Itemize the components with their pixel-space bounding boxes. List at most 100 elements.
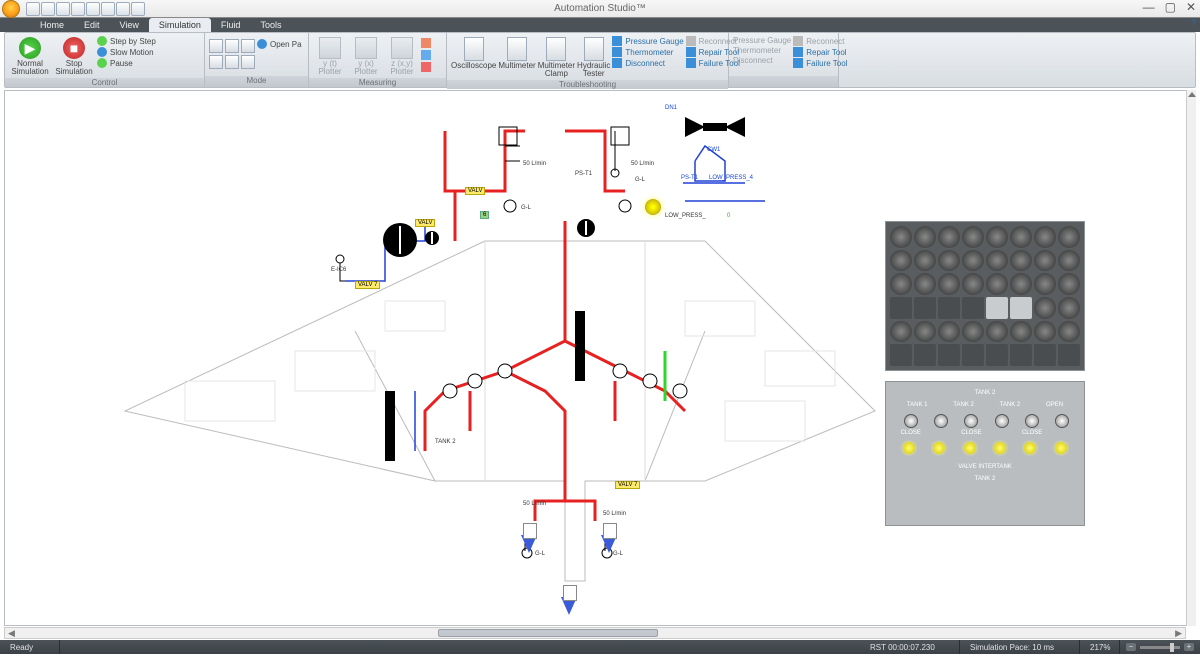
tank-knob[interactable] xyxy=(995,414,1009,428)
stop-icon: ■ xyxy=(63,37,85,59)
qat-button[interactable] xyxy=(116,2,130,16)
menu-tools[interactable]: Tools xyxy=(250,18,291,32)
multimeter-clamp-button[interactable]: Multimeter Clamp xyxy=(538,35,575,78)
people-icon[interactable] xyxy=(421,50,431,60)
menu-edit[interactable]: Edit xyxy=(74,18,110,32)
tank-knob[interactable] xyxy=(934,414,948,428)
status-zoom: 217% xyxy=(1080,640,1120,654)
menu-view[interactable]: View xyxy=(110,18,149,32)
zoom-slider-thumb[interactable] xyxy=(1170,643,1174,652)
menu-fluid[interactable]: Fluid xyxy=(211,18,251,32)
led-indicator xyxy=(1024,442,1036,454)
rt2-label: Repair Tool xyxy=(806,48,846,57)
group-label-mode: Mode xyxy=(205,76,308,87)
open-label: Open Pa xyxy=(270,40,302,49)
lowpress2-label: LOW_PRESS_ xyxy=(665,213,706,219)
rc2-label: Reconnect xyxy=(806,37,844,46)
pressure-gauge-button-2: Pressure Gauge xyxy=(733,36,791,45)
open-panel-button[interactable]: Open Pa xyxy=(257,35,302,49)
hydraulic-tester-button[interactable]: Hydraulic Tester xyxy=(577,35,610,78)
step-label: Step by Step xyxy=(110,37,156,46)
thruster-icon xyxy=(561,597,577,615)
group-label-measuring: Measuring xyxy=(309,78,446,87)
stop-simulation-button[interactable]: ■ Stop Simulation xyxy=(53,35,95,76)
stop-sim-label: Stop Simulation xyxy=(53,60,95,76)
app-icon[interactable] xyxy=(2,0,20,18)
group-label-control: Control xyxy=(5,78,204,87)
gauge-icon xyxy=(577,219,595,237)
cw1-label: CW1 xyxy=(707,147,720,153)
design-canvas[interactable]: VALV VALV VALV 7 VALV 7 6 50 L/min 50 L/… xyxy=(4,90,1196,626)
horizontal-scrollbar[interactable]: ◀ ▶ xyxy=(4,627,1186,639)
menu-home[interactable]: Home xyxy=(30,18,74,32)
multimeter-button[interactable]: Multimeter xyxy=(498,35,535,70)
zoom-controls[interactable]: − + xyxy=(1120,643,1200,651)
tank-knob[interactable] xyxy=(1055,414,1069,428)
psti-label: PS-T1 xyxy=(681,175,698,181)
menu-simulation[interactable]: Simulation xyxy=(149,18,211,32)
thermometer-button-2: Thermometer xyxy=(733,46,791,55)
qat-button[interactable] xyxy=(86,2,100,16)
pg-label: Pressure Gauge xyxy=(625,37,683,46)
tank-knob[interactable] xyxy=(904,414,918,428)
quick-access-toolbar xyxy=(26,2,145,16)
status-bar: Ready RST 00:00:07.230 Simulation Pace: … xyxy=(0,640,1200,654)
th-label: Thermometer xyxy=(625,48,673,57)
qat-button[interactable] xyxy=(56,2,70,16)
flow-label: 50 L/min xyxy=(603,511,626,517)
led-indicator xyxy=(933,442,945,454)
yx-plotter-button[interactable]: y (x) Plotter xyxy=(349,35,383,76)
zoom-out-button[interactable]: − xyxy=(1126,643,1136,651)
slow-motion-button[interactable]: Slow Motion xyxy=(97,47,156,57)
minimize-button[interactable]: — xyxy=(1143,0,1155,14)
yx-label: y (x) Plotter xyxy=(349,60,383,76)
gl-label: G-L xyxy=(635,177,645,183)
zero-label: 0 xyxy=(727,213,730,219)
title-bar: Automation Studio™ — ▢ ✕ xyxy=(0,0,1200,18)
mode-buttons[interactable] xyxy=(209,35,255,69)
led-indicator xyxy=(903,442,915,454)
people-icon[interactable] xyxy=(421,62,431,72)
cockpit-panel[interactable] xyxy=(885,221,1085,371)
reconnect-button-2: Reconnect xyxy=(793,36,847,46)
scroll-thumb[interactable] xyxy=(438,629,658,637)
indicator-lamp xyxy=(645,199,661,215)
tank-group-label: TANK 2 xyxy=(1000,402,1021,408)
qat-button[interactable] xyxy=(41,2,55,16)
disconnect-button[interactable]: Disconnect xyxy=(612,58,683,68)
ec-label: E-IC6 xyxy=(331,267,346,273)
step-by-step-button[interactable]: Step by Step xyxy=(97,36,156,46)
tank-knob[interactable] xyxy=(964,414,978,428)
tank-open-label: OPEN xyxy=(1046,402,1063,408)
thermometer-button[interactable]: Thermometer xyxy=(612,47,683,57)
play-icon: ▶ xyxy=(19,37,41,59)
qat-button[interactable] xyxy=(71,2,85,16)
maximize-button[interactable]: ▢ xyxy=(1165,0,1176,14)
window-title: Automation Studio™ xyxy=(554,3,646,14)
status-pace: Simulation Pace: 10 ms xyxy=(960,640,1080,654)
tank-group-label: TANK 2 xyxy=(953,402,974,408)
group-label-troubleshooting: Troubleshooting xyxy=(447,80,728,89)
pressure-gauge-button[interactable]: Pressure Gauge xyxy=(612,36,683,46)
disconnect-button-2: Disconnect xyxy=(733,56,791,65)
close-label: CLOSE xyxy=(1022,430,1042,436)
failure-tool-button-2[interactable]: Failure Tool xyxy=(793,58,847,68)
mmc-label: Multimeter Clamp xyxy=(538,62,575,78)
people-icon[interactable] xyxy=(421,38,431,48)
tank-title: TANK 2 xyxy=(975,390,996,396)
oscilloscope-button[interactable]: Oscilloscope xyxy=(451,35,496,70)
tank-knob[interactable] xyxy=(1025,414,1039,428)
vertical-scrollbar[interactable] xyxy=(1186,90,1196,626)
qat-button[interactable] xyxy=(26,2,40,16)
zxy-plotter-button[interactable]: z (x,y) Plotter xyxy=(385,35,419,76)
yt-plotter-button[interactable]: y (t) Plotter xyxy=(313,35,347,76)
qat-button[interactable] xyxy=(131,2,145,16)
repair-tool-button-2[interactable]: Repair Tool xyxy=(793,47,847,57)
normal-simulation-button[interactable]: ▶ Normal Simulation xyxy=(9,35,51,76)
zoom-in-button[interactable]: + xyxy=(1184,643,1194,651)
pause-button[interactable]: Pause xyxy=(97,58,156,68)
close-button[interactable]: ✕ xyxy=(1186,0,1196,14)
gl-label: G-L xyxy=(521,205,531,211)
qat-button[interactable] xyxy=(101,2,115,16)
tank-panel[interactable]: TANK 2 TANK 1 TANK 2 TANK 2 OPEN CLOSE C… xyxy=(885,381,1085,526)
